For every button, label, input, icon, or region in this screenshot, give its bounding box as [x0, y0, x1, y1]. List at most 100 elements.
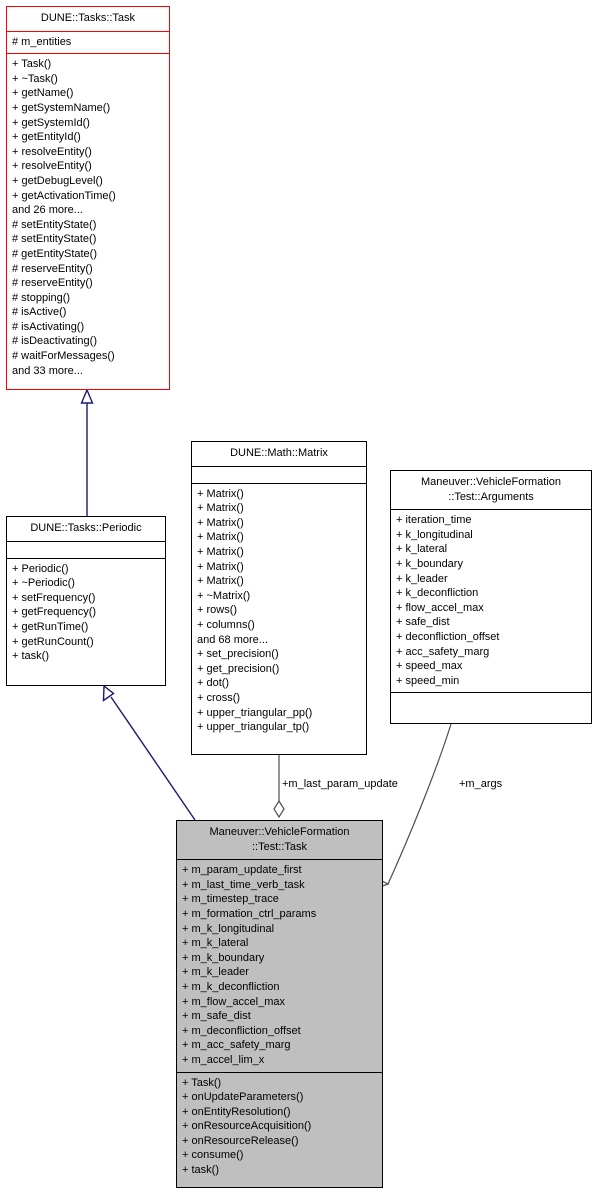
- attribute-row: + speed_max: [396, 660, 463, 673]
- diagram-canvas: DUNE::Tasks::Task # m_entities + Task() …: [0, 0, 599, 1195]
- operation-row: # setEntityState(): [12, 218, 97, 231]
- operation-row: + Matrix(): [197, 560, 244, 573]
- class-title: DUNE::Math::Matrix: [192, 442, 366, 467]
- operation-row: + onResourceRelease(): [182, 1134, 299, 1147]
- attribute-row: + m_deconfliction_offset: [182, 1024, 301, 1037]
- operation-row: + getSystemId(): [12, 116, 90, 129]
- operation-row: + ~Task(): [12, 72, 58, 85]
- edge-periodic-inherits-task: [80, 388, 94, 516]
- class-operations: [391, 693, 591, 710]
- class-operations: + Periodic() + ~Periodic() + setFrequenc…: [7, 559, 165, 668]
- operation-row: + upper_triangular_tp(): [197, 721, 310, 734]
- attribute-row: + k_lateral: [396, 543, 448, 556]
- operation-row: # stopping(): [12, 291, 71, 304]
- class-attributes: [192, 467, 366, 484]
- class-node-vehicleformation-test-task[interactable]: Maneuver::VehicleFormation ::Test::Task …: [176, 820, 383, 1188]
- operation-row: + Matrix(): [197, 545, 244, 558]
- class-node-vehicleformation-test-arguments[interactable]: Maneuver::VehicleFormation ::Test::Argum…: [390, 470, 592, 724]
- class-attributes: [7, 542, 165, 559]
- class-node-dune-tasks-task[interactable]: DUNE::Tasks::Task # m_entities + Task() …: [6, 6, 170, 390]
- attribute-row: + deconfliction_offset: [396, 630, 500, 643]
- attribute-row: + k_boundary: [396, 557, 463, 570]
- attribute-row: + k_leader: [396, 572, 448, 585]
- operation-row: + resolveEntity(): [12, 160, 92, 173]
- operation-row: + onResourceAcquisition(): [182, 1120, 312, 1133]
- operation-row: # isDeactivating(): [12, 335, 97, 348]
- attribute-row: + flow_accel_max: [396, 601, 484, 614]
- operation-row: + getRunCount(): [12, 635, 94, 648]
- attribute-row: + safe_dist: [396, 616, 450, 629]
- edge-label-m-args: +m_args: [459, 778, 503, 790]
- class-node-dune-math-matrix[interactable]: DUNE::Math::Matrix + Matrix() + Matrix()…: [191, 441, 367, 755]
- attribute-row: + m_param_update_first: [182, 864, 302, 877]
- attribute-row: + m_formation_ctrl_params: [182, 907, 317, 920]
- attribute-row: + m_flow_accel_max: [182, 995, 286, 1008]
- operation-row: + getSystemName(): [12, 101, 111, 114]
- operation-row: + get_precision(): [197, 662, 280, 675]
- operation-row: + task(): [12, 650, 49, 663]
- operation-row: + getRunTime(): [12, 620, 89, 633]
- operation-row: # setEntityState(): [12, 233, 97, 246]
- operation-row: + resolveEntity(): [12, 145, 92, 158]
- class-node-dune-tasks-periodic[interactable]: DUNE::Tasks::Periodic + Periodic() + ~Pe…: [6, 516, 166, 686]
- operation-row: + Periodic(): [12, 562, 69, 575]
- class-title: DUNE::Tasks::Periodic: [7, 517, 165, 542]
- attribute-row: + iteration_time: [396, 514, 472, 527]
- operation-row: + columns(): [197, 618, 255, 631]
- operation-row: # isActive(): [12, 306, 67, 319]
- attribute-row: + m_k_deconfliction: [182, 980, 280, 993]
- attribute-row: + m_k_boundary: [182, 951, 265, 964]
- operation-row: + setFrequency(): [12, 591, 96, 604]
- operation-row: + onEntityResolution(): [182, 1105, 291, 1118]
- class-title: Maneuver::VehicleFormation ::Test::Argum…: [391, 471, 591, 511]
- operation-row: # waitForMessages(): [12, 350, 115, 363]
- operation-row: + Task(): [12, 58, 52, 71]
- operation-row: + getDebugLevel(): [12, 174, 103, 187]
- attribute-row: + acc_safety_marg: [396, 645, 490, 658]
- operation-row: # reserveEntity(): [12, 262, 93, 275]
- attribute-row: + m_k_longitudinal: [182, 922, 275, 935]
- operation-row: + Matrix(): [197, 487, 244, 500]
- class-operations: + Task() + ~Task() + getName() + getSyst…: [7, 54, 169, 382]
- class-operations: + Matrix() + Matrix() + Matrix() + Matri…: [192, 484, 366, 739]
- operation-more-row: and 33 more...: [12, 364, 83, 377]
- class-operations: + Task() + onUpdateParameters() + onEnti…: [177, 1073, 382, 1182]
- attribute-row: + k_longitudinal: [396, 528, 473, 541]
- operation-row: + Task(): [182, 1076, 222, 1089]
- operation-row: # reserveEntity(): [12, 277, 93, 290]
- operation-row: + onUpdateParameters(): [182, 1091, 304, 1104]
- attribute-row: + m_safe_dist: [182, 1010, 251, 1023]
- attribute-row: + m_k_lateral: [182, 937, 249, 950]
- operation-row: # getEntityState(): [12, 247, 97, 260]
- operation-row: + Matrix(): [197, 502, 244, 515]
- operation-row: + dot(): [197, 677, 230, 690]
- attribute-row: + m_k_leader: [182, 966, 249, 979]
- operation-row: + Matrix(): [197, 531, 244, 544]
- operation-row: + ~Matrix(): [197, 589, 251, 602]
- operation-row: + ~Periodic(): [12, 577, 75, 590]
- edge-label-m-last-param-update: +m_last_param_update: [282, 778, 398, 790]
- operation-row: + getName(): [12, 87, 74, 100]
- operation-row: + rows(): [197, 604, 238, 617]
- operation-row: + upper_triangular_pp(): [197, 706, 313, 719]
- class-attributes: # m_entities: [7, 32, 169, 55]
- class-title: DUNE::Tasks::Task: [7, 7, 169, 32]
- operation-row: + consume(): [182, 1149, 244, 1162]
- attribute-row: + speed_min: [396, 674, 460, 687]
- operation-row: + set_precision(): [197, 648, 279, 661]
- operation-row: + getEntityId(): [12, 131, 81, 144]
- attribute-row: + m_last_time_verb_task: [182, 878, 305, 891]
- edge-task-inherits-periodic: [102, 684, 196, 821]
- operation-more-row: and 26 more...: [12, 204, 83, 217]
- operation-row: + task(): [182, 1164, 219, 1177]
- operation-row: + cross(): [197, 691, 241, 704]
- operation-row: # isActivating(): [12, 320, 85, 333]
- class-attributes: + iteration_time + k_longitudinal + k_la…: [391, 510, 591, 694]
- class-attributes: + m_param_update_first + m_last_time_ver…: [177, 860, 382, 1073]
- attribute-row: + m_timestep_trace: [182, 893, 279, 906]
- operation-row: + getFrequency(): [12, 606, 97, 619]
- class-title: Maneuver::VehicleFormation ::Test::Task: [177, 821, 382, 861]
- operation-row: + getActivationTime(): [12, 189, 116, 202]
- operation-more-row: and 68 more...: [197, 633, 268, 646]
- attribute-row: + m_acc_safety_marg: [182, 1039, 291, 1052]
